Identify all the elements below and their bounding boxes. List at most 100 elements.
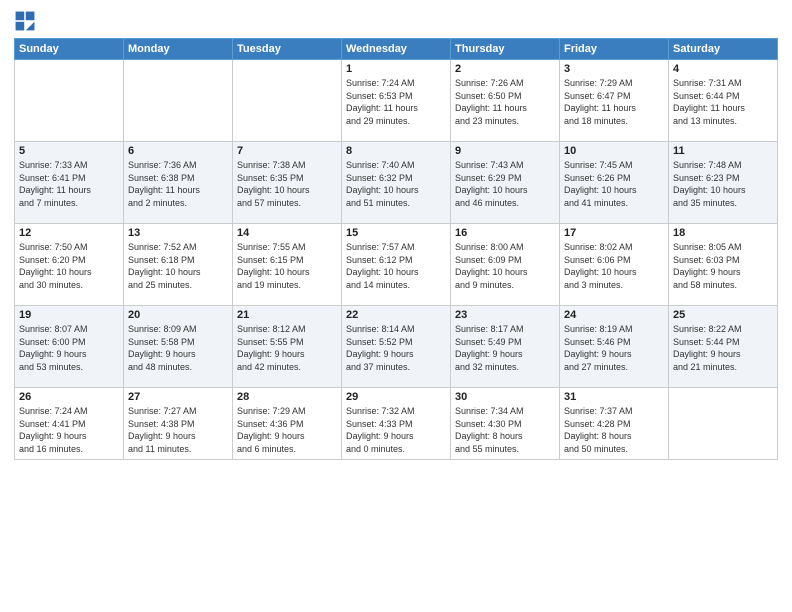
day-info: Sunrise: 7:33 AM Sunset: 6:41 PM Dayligh… <box>19 159 119 209</box>
week-row-3: 12Sunrise: 7:50 AM Sunset: 6:20 PM Dayli… <box>15 224 778 306</box>
calendar-cell: 11 Sunrise: 7:48 AM Sunset: 6:23 PM Dayli… <box>669 142 778 224</box>
calendar-cell: 15 Sunrise: 7:57 AM Sunset: 6:12 PM Dayli… <box>342 224 451 306</box>
day-number: 10 <box>564 145 664 157</box>
calendar-cell <box>233 60 342 142</box>
day-info: Sunrise: 8:00 AM Sunset: 6:09 PM Dayligh… <box>455 241 555 291</box>
weekday-header-wednesday: Wednesday <box>342 39 451 60</box>
calendar-body: 1 Sunrise: 7:24 AM Sunset: 6:53 PM Daylig… <box>15 60 778 460</box>
calendar-cell: 10 Sunrise: 7:45 AM Sunset: 6:26 PM Dayli… <box>560 142 669 224</box>
day-info: Sunrise: 8:02 AM Sunset: 6:06 PM Dayligh… <box>564 241 664 291</box>
week-row-5: 26Sunrise: 7:24 AM Sunset: 4:41 PM Dayli… <box>15 388 778 460</box>
day-number: 15 <box>346 227 446 239</box>
day-number: 24 <box>564 309 664 321</box>
calendar-cell: 22 Sunrise: 8:14 AM Sunset: 5:52 PM Dayli… <box>342 306 451 388</box>
day-info: Sunrise: 7:31 AM Sunset: 6:44 PM Dayligh… <box>673 77 773 127</box>
day-info: Sunrise: 7:57 AM Sunset: 6:12 PM Dayligh… <box>346 241 446 291</box>
week-row-1: 1 Sunrise: 7:24 AM Sunset: 6:53 PM Daylig… <box>15 60 778 142</box>
day-info: Sunrise: 8:05 AM Sunset: 6:03 PM Dayligh… <box>673 241 773 291</box>
day-info: Sunrise: 7:40 AM Sunset: 6:32 PM Dayligh… <box>346 159 446 209</box>
calendar: SundayMondayTuesdayWednesdayThursdayFrid… <box>14 38 778 460</box>
week-row-4: 19 Sunrise: 8:07 AM Sunset: 6:00 PM Dayli… <box>15 306 778 388</box>
day-number: 1 <box>346 63 446 75</box>
day-number: 3 <box>564 63 664 75</box>
day-info: Sunrise: 7:24 AM Sunset: 6:53 PM Dayligh… <box>346 77 446 127</box>
logo <box>14 10 40 32</box>
day-info: Sunrise: 7:38 AM Sunset: 6:35 PM Dayligh… <box>237 159 337 209</box>
calendar-cell: 26Sunrise: 7:24 AM Sunset: 4:41 PM Dayli… <box>15 388 124 460</box>
day-info: Sunrise: 7:45 AM Sunset: 6:26 PM Dayligh… <box>564 159 664 209</box>
weekday-header-monday: Monday <box>124 39 233 60</box>
day-info: Sunrise: 7:52 AM Sunset: 6:18 PM Dayligh… <box>128 241 228 291</box>
day-number: 28 <box>237 391 337 403</box>
day-number: 2 <box>455 63 555 75</box>
calendar-cell: 28 Sunrise: 7:29 AM Sunset: 4:36 PM Dayli… <box>233 388 342 460</box>
calendar-cell: 1 Sunrise: 7:24 AM Sunset: 6:53 PM Daylig… <box>342 60 451 142</box>
calendar-cell: 31 Sunrise: 7:37 AM Sunset: 4:28 PM Dayli… <box>560 388 669 460</box>
calendar-cell: 18 Sunrise: 8:05 AM Sunset: 6:03 PM Dayli… <box>669 224 778 306</box>
day-number: 11 <box>673 145 773 157</box>
day-info: Sunrise: 7:32 AM Sunset: 4:33 PM Dayligh… <box>346 405 446 455</box>
calendar-cell: 17 Sunrise: 8:02 AM Sunset: 6:06 PM Dayli… <box>560 224 669 306</box>
week-row-2: 5 Sunrise: 7:33 AM Sunset: 6:41 PM Daylig… <box>15 142 778 224</box>
main-container: SundayMondayTuesdayWednesdayThursdayFrid… <box>0 0 792 612</box>
weekday-header-row: SundayMondayTuesdayWednesdayThursdayFrid… <box>15 39 778 60</box>
day-number: 8 <box>346 145 446 157</box>
calendar-cell: 19 Sunrise: 8:07 AM Sunset: 6:00 PM Dayli… <box>15 306 124 388</box>
day-info: Sunrise: 8:19 AM Sunset: 5:46 PM Dayligh… <box>564 323 664 373</box>
calendar-cell: 21Sunrise: 8:12 AM Sunset: 5:55 PM Dayli… <box>233 306 342 388</box>
day-number: 31 <box>564 391 664 403</box>
calendar-cell: 25 Sunrise: 8:22 AM Sunset: 5:44 PM Dayli… <box>669 306 778 388</box>
calendar-cell: 6 Sunrise: 7:36 AM Sunset: 6:38 PM Daylig… <box>124 142 233 224</box>
logo-icon <box>14 10 36 32</box>
calendar-cell: 20Sunrise: 8:09 AM Sunset: 5:58 PM Dayli… <box>124 306 233 388</box>
day-info: Sunrise: 7:24 AM Sunset: 4:41 PM Dayligh… <box>19 405 119 455</box>
day-info: Sunrise: 7:26 AM Sunset: 6:50 PM Dayligh… <box>455 77 555 127</box>
header <box>14 10 778 32</box>
calendar-cell: 29 Sunrise: 7:32 AM Sunset: 4:33 PM Dayli… <box>342 388 451 460</box>
weekday-header-tuesday: Tuesday <box>233 39 342 60</box>
calendar-cell: 13 Sunrise: 7:52 AM Sunset: 6:18 PM Dayli… <box>124 224 233 306</box>
day-info: Sunrise: 7:36 AM Sunset: 6:38 PM Dayligh… <box>128 159 228 209</box>
calendar-cell: 30 Sunrise: 7:34 AM Sunset: 4:30 PM Dayli… <box>451 388 560 460</box>
day-info: Sunrise: 7:29 AM Sunset: 4:36 PM Dayligh… <box>237 405 337 455</box>
calendar-cell: 27Sunrise: 7:27 AM Sunset: 4:38 PM Dayli… <box>124 388 233 460</box>
day-info: Sunrise: 7:37 AM Sunset: 4:28 PM Dayligh… <box>564 405 664 455</box>
day-number: 5 <box>19 145 119 157</box>
calendar-cell: 4 Sunrise: 7:31 AM Sunset: 6:44 PM Daylig… <box>669 60 778 142</box>
calendar-cell: 2 Sunrise: 7:26 AM Sunset: 6:50 PM Daylig… <box>451 60 560 142</box>
calendar-header: SundayMondayTuesdayWednesdayThursdayFrid… <box>15 39 778 60</box>
day-number: 18 <box>673 227 773 239</box>
weekday-header-sunday: Sunday <box>15 39 124 60</box>
day-info: Sunrise: 8:12 AM Sunset: 5:55 PM Dayligh… <box>237 323 337 373</box>
day-info: Sunrise: 8:22 AM Sunset: 5:44 PM Dayligh… <box>673 323 773 373</box>
calendar-cell: 8 Sunrise: 7:40 AM Sunset: 6:32 PM Daylig… <box>342 142 451 224</box>
day-number: 17 <box>564 227 664 239</box>
day-info: Sunrise: 8:14 AM Sunset: 5:52 PM Dayligh… <box>346 323 446 373</box>
day-info: Sunrise: 7:48 AM Sunset: 6:23 PM Dayligh… <box>673 159 773 209</box>
day-number: 29 <box>346 391 446 403</box>
calendar-cell: 9Sunrise: 7:43 AM Sunset: 6:29 PM Daylig… <box>451 142 560 224</box>
day-number: 30 <box>455 391 555 403</box>
day-info: Sunrise: 8:07 AM Sunset: 6:00 PM Dayligh… <box>19 323 119 373</box>
day-number: 4 <box>673 63 773 75</box>
weekday-header-thursday: Thursday <box>451 39 560 60</box>
calendar-cell: 16 Sunrise: 8:00 AM Sunset: 6:09 PM Dayli… <box>451 224 560 306</box>
calendar-cell: 23Sunrise: 8:17 AM Sunset: 5:49 PM Dayli… <box>451 306 560 388</box>
day-number: 7 <box>237 145 337 157</box>
day-number: 22 <box>346 309 446 321</box>
day-number: 27 <box>128 391 228 403</box>
calendar-cell <box>669 388 778 460</box>
day-number: 16 <box>455 227 555 239</box>
day-number: 19 <box>19 309 119 321</box>
day-info: Sunrise: 7:43 AM Sunset: 6:29 PM Dayligh… <box>455 159 555 209</box>
day-number: 12 <box>19 227 119 239</box>
day-number: 25 <box>673 309 773 321</box>
weekday-header-saturday: Saturday <box>669 39 778 60</box>
day-number: 23 <box>455 309 555 321</box>
day-info: Sunrise: 7:34 AM Sunset: 4:30 PM Dayligh… <box>455 405 555 455</box>
calendar-cell <box>124 60 233 142</box>
calendar-cell: 5 Sunrise: 7:33 AM Sunset: 6:41 PM Daylig… <box>15 142 124 224</box>
day-number: 13 <box>128 227 228 239</box>
weekday-header-friday: Friday <box>560 39 669 60</box>
day-number: 6 <box>128 145 228 157</box>
